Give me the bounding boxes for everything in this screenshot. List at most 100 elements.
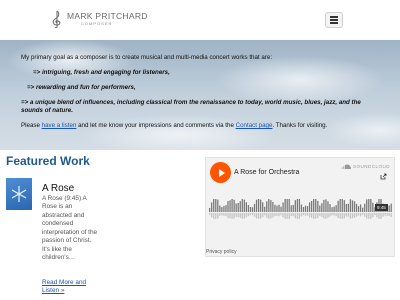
menu-bar-icon (330, 16, 338, 18)
waveform-reflection (327, 213, 329, 218)
waveform-bar (213, 199, 215, 212)
waveform-bar (311, 201, 313, 212)
waveform-bar (294, 200, 296, 212)
waveform-bar (284, 199, 286, 212)
waveform-bar (245, 202, 248, 212)
waveform-reflection (364, 213, 366, 217)
waveform-bar (211, 202, 213, 212)
hero-invitation: Please have a listen and let me know you… (21, 122, 327, 130)
waveform-reflection (294, 213, 296, 219)
privacy-policy-link[interactable]: Privacy policy (206, 249, 237, 255)
read-more-link[interactable]: Read More and Listen » (42, 279, 100, 296)
waveform-reflection (355, 213, 358, 217)
waveform-reflection (325, 213, 327, 219)
share-icon[interactable] (380, 173, 387, 180)
waveform-bar (298, 199, 301, 212)
invitation-text: Please (21, 122, 42, 129)
waveform-reflection (321, 213, 323, 217)
waveform-reflection (333, 213, 335, 216)
waveform-reflection (311, 213, 313, 218)
waveform-bar (331, 207, 333, 212)
listen-link[interactable]: have a listen (42, 122, 77, 129)
waveform-bar (286, 199, 288, 212)
site-logo[interactable]: MARK PRITCHARD COMPOSER (50, 10, 148, 28)
waveform-bar (341, 199, 343, 212)
waveform-reflection (274, 213, 276, 217)
waveform-reflection (351, 213, 354, 219)
waveform-reflection (278, 213, 280, 217)
waveform-reflection (345, 213, 347, 217)
waveform-bar (337, 200, 339, 212)
waveform-bar (255, 199, 258, 212)
waveform-reflection (260, 213, 262, 219)
menu-bar-icon (330, 19, 338, 21)
site-header: MARK PRITCHARD COMPOSER (0, 0, 400, 40)
contact-link[interactable]: Contact page (236, 122, 273, 129)
waveform-bar (219, 205, 221, 212)
waveform-bar (323, 199, 325, 212)
waveform-bar (339, 199, 341, 212)
waveform-reflection (339, 213, 341, 219)
soundcloud-brand[interactable]: SOUNDCLOUD (341, 164, 390, 169)
hamburger-menu-button[interactable] (325, 12, 343, 28)
waveform-bar (249, 207, 252, 212)
waveform-bar (315, 199, 317, 212)
waveform[interactable] (209, 198, 393, 220)
waveform-bar (321, 203, 323, 212)
invitation-text: . Thanks for visiting. (272, 122, 328, 129)
waveform-bar (217, 199, 219, 212)
waveform-reflection (368, 213, 370, 219)
waveform-reflection (249, 213, 252, 216)
waveform-reflection (300, 213, 303, 217)
track-title[interactable]: A Rose for Orchestra (234, 169, 299, 176)
waveform-reflection (337, 213, 339, 219)
waveform-reflection (313, 213, 315, 219)
work-title[interactable]: A Rose (42, 183, 74, 194)
waveform-reflection (304, 213, 307, 216)
waveform-bar (306, 206, 309, 212)
waveform-bar (343, 200, 345, 212)
waveform-reflection (290, 213, 292, 217)
waveform-reflection (353, 213, 356, 218)
invitation-text: and let me know your impressions and com… (76, 122, 236, 129)
waveform-reflection (223, 213, 225, 216)
hero-intro: My primary goal as a composer is to crea… (21, 54, 273, 61)
waveform-reflection (384, 213, 386, 216)
work-thumbnail[interactable] (6, 178, 32, 210)
play-button[interactable] (210, 162, 231, 183)
waveform-reflection (357, 213, 360, 216)
waveform-bar (274, 204, 276, 212)
waveform-reflection (286, 213, 288, 219)
waveform-bar (227, 201, 229, 212)
waveform-bar (347, 203, 350, 212)
waveform-bar (302, 207, 305, 212)
waveform-bar (349, 199, 352, 212)
menu-bar-icon (330, 22, 338, 24)
waveform-reflection (239, 213, 241, 218)
treble-clef-icon (52, 10, 61, 28)
waveform-reflection (266, 213, 268, 218)
waveform-bar (239, 201, 241, 212)
waveform-bar (282, 202, 284, 212)
waveform-bar (268, 199, 270, 212)
waveform-bar (257, 199, 260, 212)
waveform-bar (223, 205, 225, 212)
waveform-reflection (253, 213, 256, 217)
waveform-bar (235, 203, 237, 212)
waveform-reflection (359, 213, 362, 217)
waveform-reflection (331, 213, 333, 216)
waveform-reflection (225, 213, 227, 217)
waveform-reflection (229, 213, 231, 219)
waveform-reflection (349, 213, 352, 219)
waveform-reflection (341, 213, 343, 219)
waveform-bar (253, 203, 256, 212)
waveform-reflection (272, 213, 274, 218)
waveform-bar (388, 205, 390, 212)
track-duration: 9:45 (375, 204, 388, 211)
waveform-bar (313, 199, 315, 212)
waveform-bar (345, 203, 347, 212)
waveform-reflection (323, 213, 325, 219)
waveform-reflection (292, 213, 294, 217)
waveform-bar (368, 199, 370, 212)
waveform-bar (359, 204, 362, 212)
